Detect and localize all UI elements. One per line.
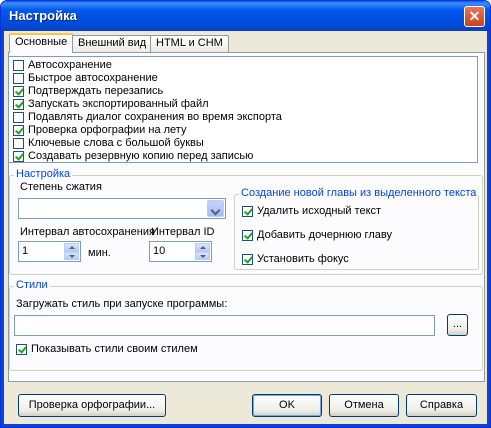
autosave-interval-value: 1 — [22, 245, 29, 257]
autosave-interval-stepper[interactable]: 1 — [18, 241, 81, 262]
spellcheck-button[interactable]: Проверка орфографии... — [18, 394, 166, 417]
set-focus-checkbox[interactable]: Установить фокус — [242, 253, 349, 265]
autosave-unit-label: мин. — [88, 247, 111, 259]
tab-html-chm[interactable]: HTML и CHM — [150, 35, 229, 52]
tab-appearance[interactable]: Внешний вид — [72, 35, 153, 52]
checkbox-label: Установить фокус — [257, 253, 349, 265]
window-frame-left — [1, 31, 4, 427]
list-item-fast-autosave[interactable]: Быстрое автосохранение — [13, 72, 158, 85]
spin-up-icon[interactable] — [195, 243, 210, 252]
tab-label: HTML и CHM — [156, 37, 223, 49]
list-item-label: Проверка орфографии на лету — [28, 124, 187, 136]
list-item-label: Запускать экспортированный файл — [28, 98, 209, 110]
list-item-label: Быстрое автосохранение — [28, 72, 158, 84]
title-bar[interactable]: Настройка ✕ — [1, 1, 490, 31]
list-item-autosave[interactable]: Автосохранение — [13, 59, 112, 72]
tab-general[interactable]: Основные — [9, 33, 74, 53]
checkbox[interactable] — [242, 230, 253, 241]
tab-label: Внешний вид — [78, 37, 147, 49]
list-item-label: Создавать резервную копию перед записью — [28, 150, 254, 162]
list-item-launch-exported[interactable]: Запускать экспортированный файл — [13, 98, 209, 111]
ok-button[interactable]: OK — [252, 394, 322, 417]
group-title: Создание новой главы из выделенного текс… — [239, 187, 479, 199]
button-label: OK — [279, 399, 295, 411]
tab-label: Основные — [15, 36, 68, 48]
button-label: Отмена — [344, 399, 384, 411]
spin-down-icon[interactable] — [195, 251, 210, 260]
checkbox[interactable] — [13, 73, 24, 84]
id-interval-value: 10 — [153, 245, 166, 257]
list-item-label: Подавлять диалог сохранения во время экс… — [28, 111, 282, 123]
load-style-label: Загружать стиль при запуске программы: — [16, 298, 228, 310]
window-frame-right — [487, 31, 490, 427]
id-interval-label: Интервал ID — [151, 226, 215, 238]
browse-button[interactable]: ... — [447, 314, 468, 336]
list-item-label: Ключевые слова с большой буквы — [28, 137, 204, 149]
browse-label: ... — [452, 318, 463, 330]
autosave-interval-label: Интервал автосохранения — [20, 226, 155, 238]
checkbox[interactable] — [13, 125, 24, 136]
checkbox[interactable] — [13, 138, 24, 149]
cancel-button[interactable]: Отмена — [329, 394, 399, 417]
compression-label: Степень сжатия — [20, 181, 102, 193]
list-item-label: Подтверждать перезапись — [28, 85, 164, 97]
help-button[interactable]: Справка — [406, 394, 477, 417]
id-interval-stepper[interactable]: 10 — [149, 241, 212, 262]
checkbox[interactable] — [13, 112, 24, 123]
button-label: Проверка орфографии... — [28, 399, 156, 411]
style-path-input[interactable] — [14, 315, 435, 336]
window-title: Настройка — [9, 8, 77, 23]
checkbox[interactable] — [13, 151, 24, 162]
checkbox[interactable] — [242, 206, 253, 217]
checkbox[interactable] — [13, 99, 24, 110]
compression-select[interactable] — [18, 198, 226, 219]
add-child-chapter-checkbox[interactable]: Добавить дочернюю главу — [242, 229, 392, 241]
list-item-confirm-overwrite[interactable]: Подтверждать перезапись — [13, 85, 163, 98]
checkbox[interactable] — [242, 254, 253, 265]
checkbox[interactable] — [16, 344, 27, 355]
spin-down-icon[interactable] — [64, 251, 79, 260]
spin-buttons — [195, 243, 210, 260]
settings-dialog: Настройка ✕ Основные Внешний вид HTML и … — [0, 0, 491, 428]
chevron-down-icon[interactable] — [207, 200, 224, 217]
window-frame-bottom — [1, 424, 490, 427]
options-checklist[interactable]: Автосохранение Быстрое автосохранение По… — [8, 56, 478, 163]
list-item-capitalize-keywords[interactable]: Ключевые слова с большой буквы — [13, 137, 204, 150]
list-item-suppress-save-dialog[interactable]: Подавлять диалог сохранения во время экс… — [13, 111, 282, 124]
checkbox-label: Показывать стили своим стилем — [31, 343, 198, 355]
show-styles-checkbox[interactable]: Показывать стили своим стилем — [16, 343, 198, 355]
close-icon: ✕ — [468, 8, 481, 24]
spin-buttons — [64, 243, 79, 260]
checkbox[interactable] — [13, 86, 24, 97]
button-label: Справка — [419, 399, 464, 411]
checkbox-label: Добавить дочернюю главу — [257, 229, 392, 241]
group-title: Стили — [14, 279, 50, 291]
list-item-backup-before-save[interactable]: Создавать резервную копию перед записью — [13, 150, 253, 163]
delete-source-text-checkbox[interactable]: Удалить исходный текст — [242, 205, 381, 217]
list-item-label: Автосохранение — [28, 59, 112, 71]
close-button[interactable]: ✕ — [464, 6, 485, 27]
group-title: Настройка — [14, 168, 73, 180]
spin-up-icon[interactable] — [64, 243, 79, 252]
list-item-live-spellcheck[interactable]: Проверка орфографии на лету — [13, 124, 186, 137]
checkbox-label: Удалить исходный текст — [257, 205, 382, 217]
checkbox[interactable] — [13, 60, 24, 71]
